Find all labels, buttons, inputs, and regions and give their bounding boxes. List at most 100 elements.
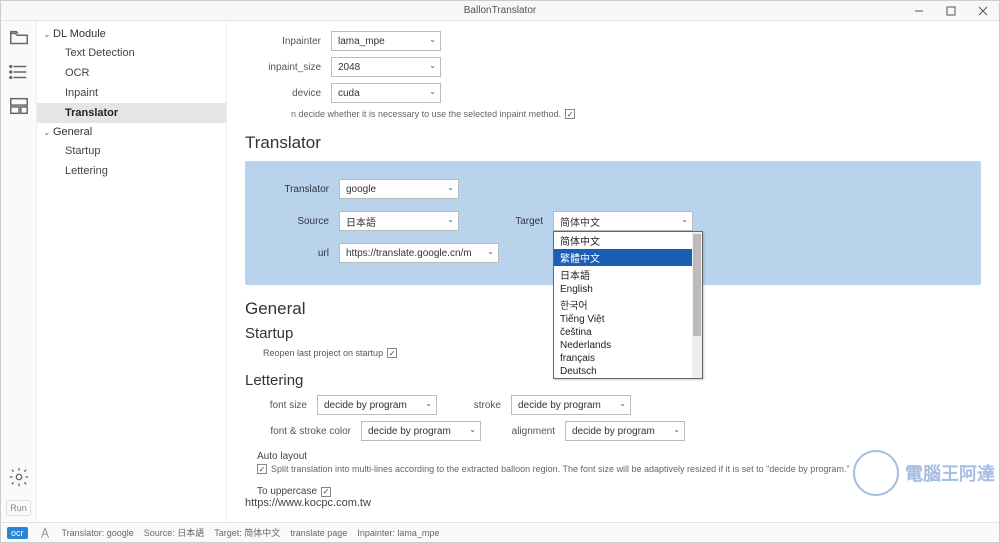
select-alignment[interactable]: decide by program ⌄: [565, 421, 685, 441]
select-value: lama_mpe: [338, 36, 385, 47]
translator-panel: Translator google ⌄ Source 日本語 ⌄ Target 简体…: [245, 161, 981, 285]
tree-item-inpaint[interactable]: Inpaint: [37, 83, 226, 103]
select-url[interactable]: https://translate.google.cn/m ⌄: [339, 243, 499, 263]
text-style-icon[interactable]: [38, 526, 52, 540]
status-inpainter: Inpainter: lama_mpe: [357, 528, 439, 538]
tree-group-dl-module[interactable]: ⌄DL Module: [37, 25, 226, 43]
app-window: BallonTranslator Run ⌄DL Module Text Det…: [0, 0, 1000, 543]
folder-open-icon[interactable]: [8, 27, 30, 49]
select-value: decide by program: [324, 400, 407, 411]
target-option[interactable]: français: [554, 352, 702, 365]
tree-group-label: General: [53, 126, 92, 138]
reopen-checkbox[interactable]: ✓: [387, 348, 397, 358]
select-inpaint-size[interactable]: 2048 ⌄: [331, 57, 441, 77]
select-value: https://translate.google.cn/m: [346, 248, 472, 259]
chevron-down-icon: ⌄: [447, 183, 454, 192]
chevron-down-icon: ⌄: [429, 87, 436, 96]
dropdown-scrollbar[interactable]: [692, 232, 702, 378]
select-device[interactable]: cuda ⌄: [331, 83, 441, 103]
select-value: decide by program: [572, 426, 655, 437]
label-fs-color: font & stroke color: [251, 426, 351, 437]
target-option[interactable]: čeština: [554, 326, 702, 339]
label-font-size: font size: [251, 400, 307, 411]
ocr-badge[interactable]: ocr: [7, 527, 28, 539]
select-value: decide by program: [518, 400, 601, 411]
select-value: decide by program: [368, 426, 451, 437]
inpaint-note-checkbox[interactable]: ✓: [565, 109, 575, 119]
settings-gear-icon[interactable]: [8, 466, 30, 488]
chevron-down-icon: ⌄: [429, 35, 436, 44]
label-source: Source: [259, 216, 329, 227]
status-target: Target: 简体中文: [214, 526, 280, 539]
select-value: 日本語: [346, 214, 376, 229]
settings-tree: ⌄DL Module Text Detection OCR Inpaint Tr…: [37, 21, 227, 522]
to-uppercase-checkbox[interactable]: ✓: [321, 487, 331, 497]
reopen-label: Reopen last project on startup: [263, 348, 383, 358]
tree-group-label: DL Module: [53, 28, 106, 40]
list-icon[interactable]: [8, 61, 30, 83]
tree-item-startup[interactable]: Startup: [37, 141, 226, 161]
target-dropdown[interactable]: 简体中文繁體中文日本語English한국어Tiếng ViệtčeštinaNe…: [553, 231, 703, 379]
label-inpainter: Inpainter: [251, 36, 321, 47]
auto-layout-hint: Split translation into multi-lines accor…: [271, 464, 850, 474]
select-stroke[interactable]: decide by program ⌄: [511, 395, 631, 415]
activity-bar: Run: [1, 21, 37, 522]
chevron-down-icon: ⌄: [469, 425, 476, 434]
tree-group-general[interactable]: ⌄General: [37, 123, 226, 141]
select-inpainter[interactable]: lama_mpe ⌄: [331, 31, 441, 51]
watermark-site: https://www.kocpc.com.tw: [245, 497, 981, 509]
tree-item-translator[interactable]: Translator: [37, 103, 226, 123]
target-option[interactable]: 繁體中文: [554, 249, 702, 266]
maximize-button[interactable]: [935, 1, 967, 21]
label-target: Target: [499, 216, 543, 227]
run-button[interactable]: Run: [6, 500, 31, 516]
label-translator: Translator: [259, 184, 329, 195]
chevron-down-icon: ⌄: [673, 425, 680, 434]
target-option[interactable]: Tiếng Việt: [554, 313, 702, 326]
select-value: 简体中文: [560, 214, 600, 229]
target-option[interactable]: English: [554, 283, 702, 296]
minimize-button[interactable]: [903, 1, 935, 21]
select-target[interactable]: 简体中文 ⌄: [553, 211, 693, 231]
chevron-down-icon: ⌄: [681, 215, 688, 224]
window-title: BallonTranslator: [464, 5, 536, 16]
label-inpaint-size: inpaint_size: [251, 62, 321, 73]
target-option[interactable]: 한국어: [554, 296, 702, 313]
select-value: 2048: [338, 62, 360, 73]
status-source: Source: 日本語: [144, 526, 205, 539]
tree-item-text-detection[interactable]: Text Detection: [37, 43, 226, 63]
select-value: google: [346, 184, 376, 195]
select-value: cuda: [338, 88, 360, 99]
label-alignment: alignment: [495, 426, 555, 437]
status-page[interactable]: translate page: [290, 528, 347, 538]
chevron-down-icon: ⌄: [487, 247, 494, 256]
tree-item-lettering[interactable]: Lettering: [37, 161, 226, 181]
close-button[interactable]: [967, 1, 999, 21]
to-uppercase-label: To uppercase: [257, 486, 317, 497]
target-option[interactable]: Nederlands: [554, 339, 702, 352]
titlebar: BallonTranslator: [1, 1, 999, 21]
select-source[interactable]: 日本語 ⌄: [339, 211, 459, 231]
inpaint-note: n decide whether it is necessary to use …: [291, 109, 561, 119]
chevron-down-icon: ⌄: [429, 61, 436, 70]
select-font-size[interactable]: decide by program⌄: [317, 395, 437, 415]
chevron-down-icon: ⌄: [43, 127, 53, 138]
chevron-down-icon: ⌄: [447, 215, 454, 224]
settings-panel: Inpainter lama_mpe ⌄ inpaint_size 2048 ⌄ d…: [227, 21, 999, 522]
target-option[interactable]: Deutsch: [554, 365, 702, 378]
label-url: url: [259, 248, 329, 259]
label-stroke: stroke: [451, 400, 501, 411]
tree-item-ocr[interactable]: OCR: [37, 63, 226, 83]
auto-layout-checkbox[interactable]: ✓: [257, 464, 267, 474]
status-translator: Translator: google: [62, 528, 134, 538]
chevron-down-icon: ⌄: [619, 399, 626, 408]
target-option[interactable]: 日本語: [554, 266, 702, 283]
target-option[interactable]: 简体中文: [554, 232, 702, 249]
select-fs-color[interactable]: decide by program ⌄: [361, 421, 481, 441]
label-device: device: [251, 88, 321, 99]
select-translator[interactable]: google ⌄: [339, 179, 459, 199]
chevron-down-icon: ⌄: [43, 29, 53, 40]
status-bar: ocr Translator: google Source: 日本語 Targe…: [1, 522, 999, 542]
layout-icon[interactable]: [8, 95, 30, 117]
auto-layout-label: Auto layout: [257, 451, 981, 462]
